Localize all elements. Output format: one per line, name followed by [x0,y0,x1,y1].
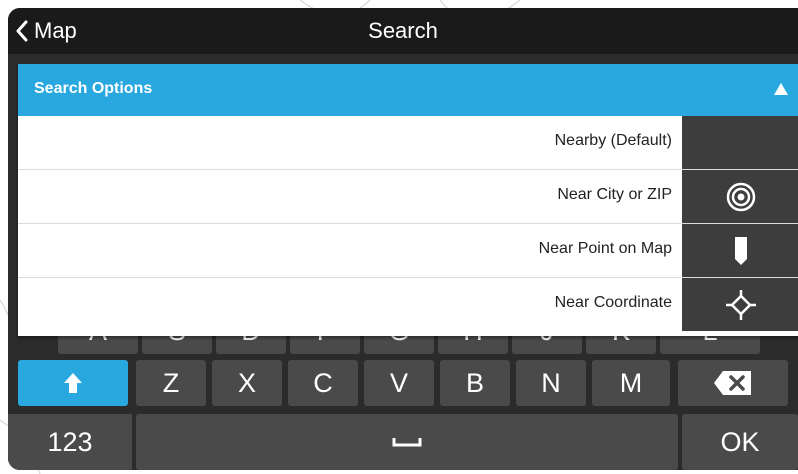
shift-key[interactable] [18,360,128,406]
collapse-caret-icon [774,83,788,95]
backspace-key[interactable] [678,360,788,406]
numbers-key[interactable]: 123 [8,414,132,470]
crosshair-icon [726,289,756,320]
option-near-coordinate[interactable]: Near Coordinate [18,278,798,331]
option-nearby-default[interactable]: Nearby (Default) [18,116,798,170]
option-icon-cell [682,170,798,223]
shift-arrow-icon [64,373,82,393]
option-icon-cell [682,278,798,331]
key-v[interactable]: V [364,360,434,406]
option-near-city-zip[interactable]: Near City or ZIP [18,170,798,224]
device-screen: Map Search A S D F G H J K L Z X C V B N… [8,8,798,470]
key-m[interactable]: M [592,360,670,406]
key-n[interactable]: N [516,360,586,406]
backspace-icon [714,371,751,395]
target-icon [726,182,756,211]
option-label: Nearby (Default) [554,132,672,149]
option-label: Near Point on Map [538,240,672,257]
option-near-point-on-map[interactable]: Near Point on Map [18,224,798,278]
option-label: Near City or ZIP [557,186,672,203]
space-key[interactable] [136,414,678,470]
page-title: Search [368,18,438,43]
key-z[interactable]: Z [136,360,206,406]
space-icon [392,438,422,447]
search-options-header[interactable]: Search Options [18,64,798,116]
option-label: Near Coordinate [554,294,672,311]
map-pin-icon [735,236,747,265]
option-icon-cell [682,224,798,277]
key-x[interactable]: X [212,360,282,406]
search-options-title: Search Options [34,80,153,97]
option-icon-blank [682,116,798,169]
title-bar: Map Search [8,8,798,54]
key-c[interactable]: C [288,360,358,406]
ok-key[interactable]: OK [682,414,798,470]
key-b[interactable]: B [440,360,510,406]
search-options-panel: Search Options Nearby (Default) Near Cit… [18,64,798,336]
